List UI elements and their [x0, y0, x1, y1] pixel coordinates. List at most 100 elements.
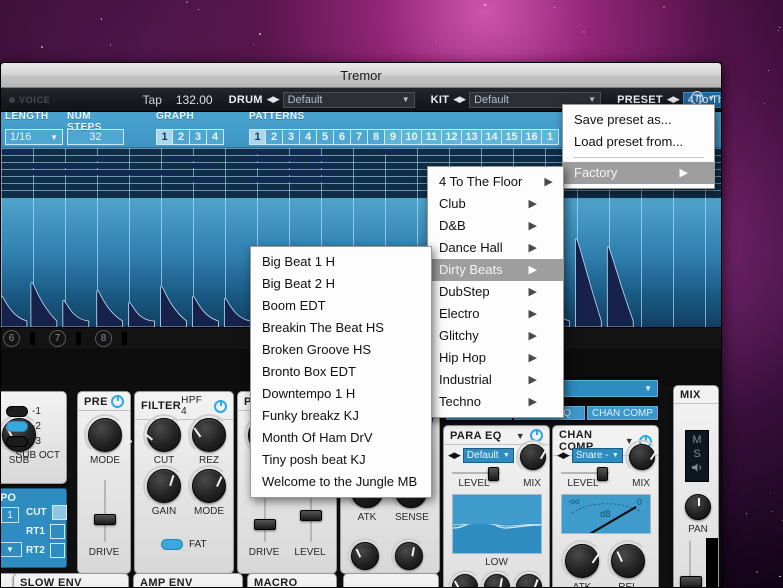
tap-tempo-button[interactable]: Tap [143, 93, 162, 107]
preset-item-funky-breakz-kj[interactable]: Funky breakz KJ [251, 405, 431, 427]
category-item-4-to-the-floor[interactable]: 4 To The Floor ▶ [428, 171, 563, 193]
chan-comp-atk-knob[interactable]: ATK [561, 540, 603, 587]
pattern-step-1-0[interactable]: 1 [249, 129, 266, 145]
preset-item-downtempo-1-h[interactable]: Downtempo 1 H [251, 383, 431, 405]
preset-item-broken-groove-hs[interactable]: Broken Groove HS [251, 339, 431, 361]
pattern-step-16-15[interactable]: 16 [522, 129, 542, 145]
category-item-dirty-beats[interactable]: Dirty Beats ▶ [428, 259, 563, 281]
pre-mode-knob[interactable]: MODE [84, 414, 133, 466]
preset-item-big-beat-1-h[interactable]: Big Beat 1 H [251, 251, 431, 273]
post-level-slider[interactable] [300, 510, 322, 521]
pattern-step-8-7[interactable]: 8 [368, 129, 385, 145]
note-block[interactable] [97, 156, 125, 161]
note-block[interactable] [249, 149, 277, 154]
pattern-step-5-4[interactable]: 5 [317, 129, 334, 145]
filter-gain-knob[interactable]: GAIN [143, 465, 185, 517]
voice-button-8[interactable]: 8 [95, 330, 112, 347]
category-item-glitchy[interactable]: Glitchy ▶ [428, 325, 563, 347]
category-item-hip-hop[interactable]: Hip Hop ▶ [428, 347, 563, 369]
pattern-step-3-2[interactable]: 3 [283, 129, 300, 145]
note-block[interactable] [306, 170, 334, 175]
pan-knob[interactable]: PAN [685, 494, 711, 535]
note-block[interactable] [2, 149, 30, 154]
para-eq-curve-display[interactable] [452, 494, 542, 554]
para-eq-mix-knob[interactable] [516, 440, 550, 474]
filter-cut-knob[interactable]: CUT [143, 414, 185, 466]
pre-power-icon[interactable] [111, 395, 124, 408]
category-item-club[interactable]: Club ▶ [428, 193, 563, 215]
menu-item-load-preset-from[interactable]: Load preset from... [563, 131, 714, 153]
kit-stepper-arrows-icon[interactable]: ◀▶ [453, 94, 466, 105]
menu-item-factory[interactable]: Factory ▶ [563, 162, 714, 184]
pattern-step-11-10[interactable]: 11 [422, 129, 442, 145]
category-item-dance-hall[interactable]: Dance Hall ▶ [428, 237, 563, 259]
note-block[interactable] [274, 170, 302, 175]
pattern-step-12-11[interactable]: 12 [442, 129, 462, 145]
note-block[interactable] [191, 177, 219, 182]
note-block[interactable] [276, 177, 304, 182]
preset-item-boom-edt[interactable]: Boom EDT [251, 295, 431, 317]
chan-comp-rel-knob[interactable]: REL [607, 540, 649, 587]
arp-row-rt1[interactable]: RT1 [26, 524, 67, 539]
arp-row-cut[interactable]: CUT [26, 505, 67, 520]
pattern-step-6-5[interactable]: 6 [334, 129, 351, 145]
pattern-step-13-12[interactable]: 13 [462, 129, 482, 145]
volume-fader[interactable] [680, 576, 702, 587]
chan-comp-preset-combo[interactable]: Snare - ▼ [571, 448, 623, 463]
para-eq-band-knob-3[interactable] [512, 570, 546, 587]
note-block[interactable] [168, 156, 196, 161]
preset-item-big-beat-2-h[interactable]: Big Beat 2 H [251, 273, 431, 295]
solo-button[interactable]: S [693, 448, 700, 460]
para-eq-preset-combo[interactable]: Default ▼ [462, 448, 514, 463]
graph-step-4[interactable]: 4 [207, 129, 224, 145]
pattern-step-4-3[interactable]: 4 [300, 129, 317, 145]
length-combo[interactable]: 1/16 ▼ [5, 129, 63, 145]
bpm-value[interactable]: 132.00 [176, 93, 213, 107]
preset-item-bronto-box-edt[interactable]: Bronto Box EDT [251, 361, 431, 383]
filter-rez-knob[interactable]: REZ [188, 414, 230, 466]
para-eq-stepper-arrows-icon[interactable]: ◀▶ [448, 450, 461, 461]
transient-extra-knob-a[interactable] [347, 538, 383, 574]
menu-item-save-preset-as[interactable]: Save preset as... [563, 109, 714, 131]
pattern-step-7-6[interactable]: 7 [351, 129, 368, 145]
category-item-industrial[interactable]: Industrial ▶ [428, 369, 563, 391]
para-eq-menu-icon[interactable]: ▼ [516, 431, 525, 441]
note-block[interactable] [31, 170, 59, 175]
sub-oct-option-3[interactable]: -3 [6, 436, 60, 447]
speaker-icon[interactable] [691, 462, 704, 473]
note-block[interactable] [63, 170, 91, 175]
tab-chan-comp[interactable]: CHAN COMP [587, 406, 658, 420]
note-block[interactable] [144, 170, 172, 175]
note-block[interactable] [244, 156, 272, 161]
note-block[interactable] [379, 149, 407, 154]
graph-step-3[interactable]: 3 [190, 129, 207, 145]
filter-power-icon[interactable] [214, 399, 227, 413]
pattern-step-1-16[interactable]: 1 [542, 129, 559, 145]
chan-comp-stepper-arrows-icon[interactable]: ◀▶ [557, 450, 570, 461]
note-block[interactable] [244, 163, 272, 168]
filter-mode-knob[interactable]: MODE [188, 465, 230, 517]
pattern-step-14-13[interactable]: 14 [482, 129, 502, 145]
note-block[interactable] [97, 170, 125, 175]
note-block[interactable] [97, 163, 125, 168]
post-drive-slider[interactable] [254, 519, 276, 530]
preset-root-menu[interactable]: Save preset as... Load preset from... Fa… [562, 104, 715, 189]
note-block[interactable] [274, 163, 302, 168]
chan-comp-mix-knob[interactable] [625, 440, 659, 474]
transient-extra-knob-b[interactable] [391, 538, 427, 574]
note-block[interactable] [274, 156, 302, 161]
pattern-step-15-14[interactable]: 15 [502, 129, 522, 145]
arp-value-box[interactable]: 1 [1, 507, 19, 523]
note-block[interactable] [249, 177, 277, 182]
preset-list-submenu[interactable]: Big Beat 1 H Big Beat 2 H Boom EDT Breakin … [250, 246, 432, 498]
arp-row-rt2[interactable]: RT2 [26, 543, 67, 558]
para-eq-band-knob-2[interactable] [480, 570, 514, 587]
para-eq-band-knob-1[interactable] [448, 570, 482, 587]
category-submenu[interactable]: 4 To The Floor ▶ Club ▶ D&B ▶ Dance Hall ▶ Dirty… [427, 166, 564, 418]
voice-button-6[interactable]: 6 [3, 330, 20, 347]
note-block[interactable] [190, 163, 218, 168]
voice-button-7[interactable]: 7 [49, 330, 66, 347]
sub-oct-option-1[interactable]: -1 [6, 406, 60, 417]
preset-item-welcome-to-the-jungle-mb[interactable]: Welcome to the Jungle MB [251, 471, 431, 493]
graph-step-1[interactable]: 1 [156, 129, 173, 145]
